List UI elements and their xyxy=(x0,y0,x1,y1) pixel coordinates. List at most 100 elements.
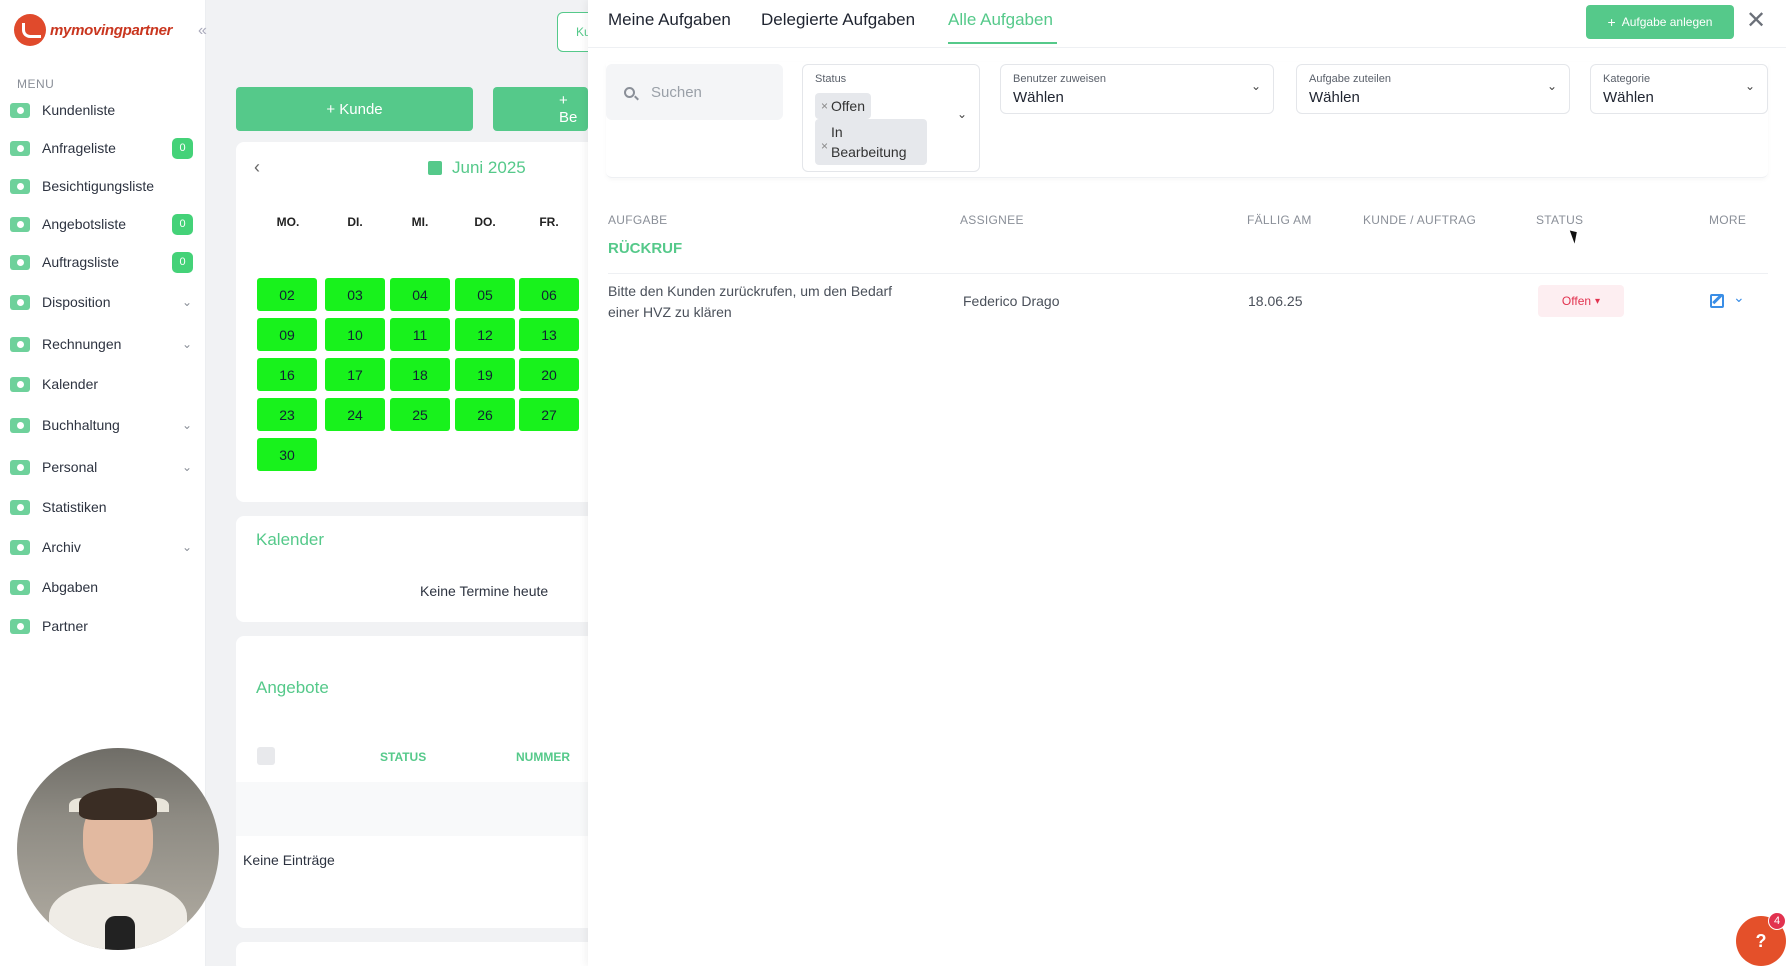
calendar-day[interactable]: 24 xyxy=(325,398,385,431)
calendar-day[interactable]: 16 xyxy=(257,358,317,391)
tab-meine-aufgaben[interactable]: Meine Aufgaben xyxy=(608,10,731,30)
sidebar-item-label: Kundenliste xyxy=(42,102,116,118)
remove-chip-icon[interactable]: × xyxy=(821,136,828,156)
status-chip-in-bearbeitung[interactable]: × In Bearbeitung xyxy=(815,119,927,165)
task-group-title: RÜCKRUF xyxy=(608,240,683,257)
chevron-left-icon[interactable]: ‹ xyxy=(254,157,260,178)
sidebar-item-personal[interactable]: Personal ⌄ xyxy=(0,452,206,482)
calendar-day[interactable]: 19 xyxy=(455,358,515,391)
column-header-assignee[interactable]: ASSIGNEE xyxy=(960,213,1024,227)
chip-label: In Bearbeitung xyxy=(831,124,907,160)
no-appointments-text: Keine Termine heute xyxy=(420,583,549,599)
sidebar-item-kalender[interactable]: Kalender xyxy=(0,369,206,399)
tabs-divider xyxy=(588,47,1786,48)
select-all-checkbox[interactable] xyxy=(257,747,275,765)
person-hair xyxy=(79,788,157,820)
allocate-task-select[interactable]: Aufgabe zuteilen Wählen ⌄ xyxy=(1296,64,1570,114)
column-header-customer-order[interactable]: KUNDE / AUFTRAG xyxy=(1363,213,1476,227)
allocate-task-value: Wählen xyxy=(1309,89,1360,106)
calendar-day[interactable]: 10 xyxy=(325,318,385,351)
close-icon[interactable]: ✕ xyxy=(1746,6,1766,36)
sidebar-item-rechnungen[interactable]: Rechnungen ⌄ xyxy=(0,329,206,359)
calendar-icon xyxy=(428,161,442,175)
search-icon xyxy=(624,86,635,98)
task-assignee: Federico Drago xyxy=(963,293,1060,309)
remove-chip-icon[interactable]: × xyxy=(821,96,828,116)
column-header-status[interactable]: STATUS xyxy=(380,750,426,764)
calendar-icon xyxy=(8,373,34,395)
calendar-day[interactable]: 06 xyxy=(519,278,579,311)
invoice-icon xyxy=(8,333,34,355)
calendar-day[interactable]: 02 xyxy=(257,278,317,311)
inbox-icon xyxy=(8,137,34,159)
column-header-status[interactable]: STATUS xyxy=(1536,213,1583,227)
sidebar-item-abgaben[interactable]: Abgaben xyxy=(0,572,206,602)
chevron-down-icon: ⌄ xyxy=(956,107,967,121)
calendar-day[interactable]: 18 xyxy=(390,358,450,391)
sidebar-item-kundenliste[interactable]: Kundenliste xyxy=(0,95,206,125)
calendar-day[interactable]: 09 xyxy=(257,318,317,351)
sidebar-item-besichtigungsliste[interactable]: Besichtigungsliste xyxy=(0,171,206,201)
collapse-sidebar-icon[interactable]: « xyxy=(198,22,207,40)
handshake-icon xyxy=(8,615,34,637)
count-badge: 0 xyxy=(172,251,193,273)
sidebar-item-buchhaltung[interactable]: Buchhaltung ⌄ xyxy=(0,410,206,440)
category-value: Wählen xyxy=(1603,89,1654,106)
calendar-day[interactable]: 11 xyxy=(390,318,450,351)
chevron-down-icon: ⌄ xyxy=(1546,79,1557,93)
add-task-button[interactable]: + Aufgabe anlegen xyxy=(1586,5,1734,39)
calendar-day[interactable]: 04 xyxy=(390,278,450,311)
column-header-task[interactable]: AUFGABE xyxy=(608,213,667,227)
row-divider xyxy=(608,273,1768,274)
calendar-day[interactable]: 23 xyxy=(257,398,317,431)
assign-user-select[interactable]: Benutzer zuweisen Wählen ⌄ xyxy=(1000,64,1274,114)
calendar-day[interactable]: 30 xyxy=(257,438,317,471)
count-badge: 0 xyxy=(172,213,193,235)
calendar-day[interactable]: 05 xyxy=(455,278,515,311)
column-header-number[interactable]: NUMMER xyxy=(516,750,570,764)
calendar-day[interactable]: 13 xyxy=(519,318,579,351)
sidebar-item-partner[interactable]: Partner xyxy=(0,611,206,641)
kalender-title: Kalender xyxy=(256,530,325,549)
chevron-down-icon[interactable]: ⌄ xyxy=(1733,289,1745,306)
calendar-day[interactable]: 27 xyxy=(519,398,579,431)
calendar-day[interactable]: 26 xyxy=(455,398,515,431)
sidebar-item-archiv[interactable]: Archiv ⌄ xyxy=(0,532,206,562)
calendar-day[interactable]: 12 xyxy=(455,318,515,351)
sidebar-item-disposition[interactable]: Disposition ⌄ xyxy=(0,287,206,317)
status-badge-label: Offen xyxy=(1561,294,1592,308)
task-description[interactable]: Bitte den Kunden zurückrufen, um den Bed… xyxy=(608,281,908,323)
tab-delegierte-aufgaben[interactable]: Delegierte Aufgaben xyxy=(761,10,915,30)
sidebar-item-label: Statistiken xyxy=(42,499,107,515)
tab-alle-aufgaben[interactable]: Alle Aufgaben xyxy=(948,10,1053,30)
task-due-date: 18.06.25 xyxy=(1248,293,1303,309)
network-icon xyxy=(8,576,34,598)
sidebar-item-label: Rechnungen xyxy=(42,336,122,352)
weekday-header: DI. xyxy=(347,215,363,229)
sidebar-item-auftragsliste[interactable]: Auftragsliste 0 xyxy=(0,247,206,277)
assign-user-value: Wählen xyxy=(1013,89,1064,106)
column-header-due[interactable]: FÄLLIG AM xyxy=(1247,213,1312,227)
chevron-down-icon: ⌄ xyxy=(182,540,193,554)
sidebar-item-statistiken[interactable]: Statistiken xyxy=(0,492,206,522)
calendar-day[interactable]: 17 xyxy=(325,358,385,391)
tasks-panel: Meine Aufgaben Delegierte Aufgaben Alle … xyxy=(588,0,1786,966)
sidebar-item-angebotsliste[interactable]: Angebotsliste 0 xyxy=(0,209,206,239)
add-customer-button[interactable]: + Kunde xyxy=(236,87,473,131)
staff-icon xyxy=(8,456,34,478)
search-input[interactable] xyxy=(651,83,771,101)
calendar-day[interactable]: 20 xyxy=(519,358,579,391)
category-select[interactable]: Kategorie Wählen ⌄ xyxy=(1590,64,1768,114)
sidebar-item-anfrageliste[interactable]: Anfrageliste 0 xyxy=(0,133,206,163)
search-field[interactable] xyxy=(606,64,783,120)
calendar-day[interactable]: 25 xyxy=(390,398,450,431)
edit-icon[interactable] xyxy=(1710,294,1724,308)
weekday-header: DO. xyxy=(474,215,496,229)
status-filter-select[interactable]: Status × Offen × In Bearbeitung ⌄ xyxy=(802,64,980,172)
calendar-day[interactable]: 03 xyxy=(325,278,385,311)
add-second-button[interactable]: + Be xyxy=(493,87,588,131)
logo[interactable]: mymovingpartner xyxy=(14,14,173,46)
status-chip-offen[interactable]: × Offen xyxy=(815,93,871,119)
archive-icon xyxy=(8,536,34,558)
status-badge[interactable]: Offen ▾ xyxy=(1538,285,1624,317)
